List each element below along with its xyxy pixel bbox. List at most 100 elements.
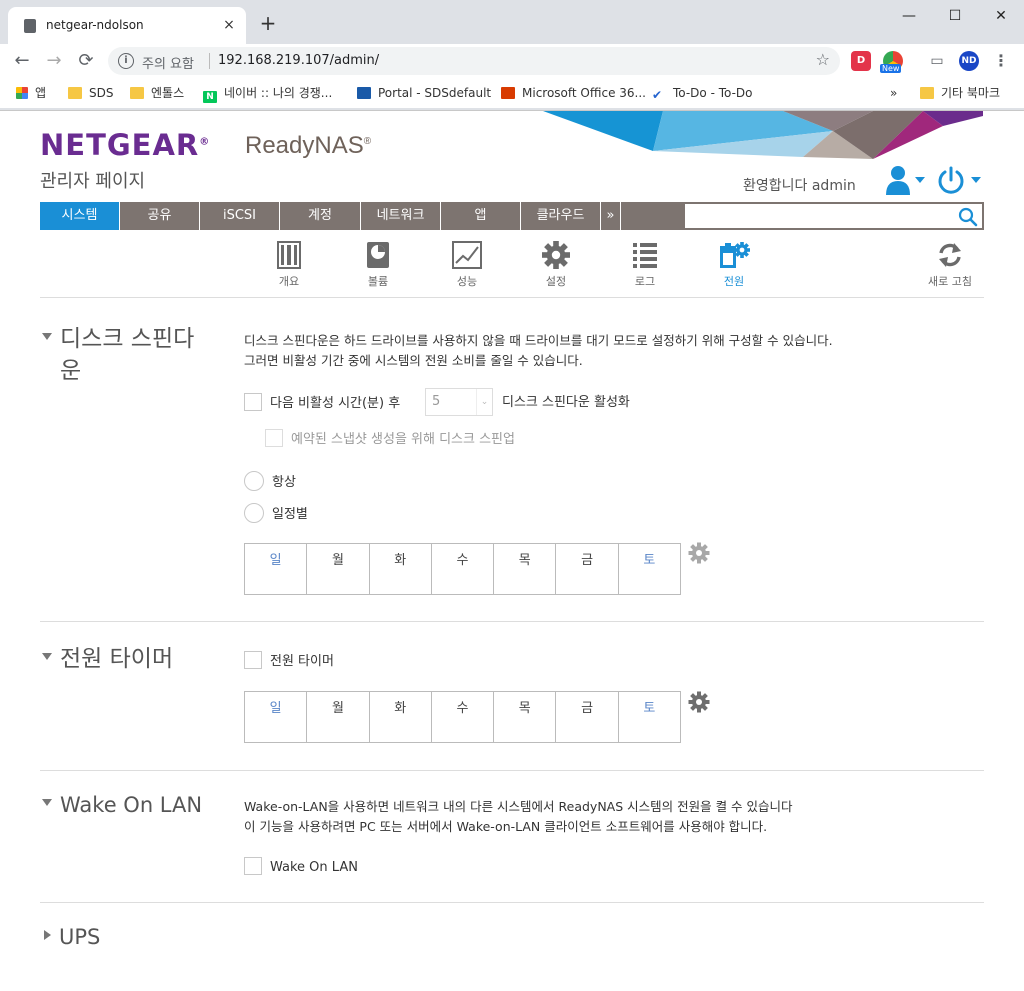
subnav-power[interactable]: 전원 bbox=[704, 241, 764, 289]
collapse-triangle-icon[interactable] bbox=[42, 333, 52, 340]
apps-grid-icon bbox=[16, 87, 28, 99]
maximize-button[interactable]: ☐ bbox=[932, 4, 978, 28]
day-sat[interactable]: 토 bbox=[619, 544, 680, 594]
section-power-timer-title[interactable]: 전원 타이머 bbox=[42, 643, 173, 675]
day-fri[interactable]: 금 bbox=[556, 544, 619, 594]
subnav-performance[interactable]: 성능 bbox=[437, 241, 497, 289]
day-thu[interactable]: 목 bbox=[494, 692, 557, 742]
tab-close-icon[interactable]: × bbox=[220, 16, 238, 34]
day-thu[interactable]: 목 bbox=[494, 544, 557, 594]
tab-system[interactable]: 시스템 bbox=[40, 202, 120, 230]
tab-accounts[interactable]: 계정 bbox=[280, 202, 361, 230]
security-warning[interactable]: 주의 요함 bbox=[142, 53, 194, 72]
spindown-schedule-grid[interactable]: 일 월 화 수 목 금 토 bbox=[244, 543, 681, 595]
snapshot-spinup-checkbox[interactable]: 예약된 스냅샷 생성을 위해 디스크 스핀업 bbox=[265, 429, 515, 449]
day-wed[interactable]: 수 bbox=[432, 544, 495, 594]
browser-toolbar: ← → ⟳ i 주의 요함 192.168.219.107/admin/ ☆ D… bbox=[0, 44, 1024, 78]
reload-button[interactable]: ⟳ bbox=[74, 49, 98, 73]
section-disk-spindown-title-wrap: 운 bbox=[60, 358, 82, 384]
bookmarks-bar: 앱 SDS 엔톨스 N 네이버 :: 나의 경쟁... Portal - SDSd… bbox=[0, 78, 1024, 108]
bookmark-sds[interactable]: SDS bbox=[68, 84, 113, 102]
day-sat[interactable]: 토 bbox=[619, 692, 680, 742]
power-timer-gear-icon[interactable] bbox=[688, 691, 710, 713]
window-close-button[interactable]: ✕ bbox=[978, 4, 1024, 28]
day-mon[interactable]: 월 bbox=[307, 544, 370, 594]
netgear-logo: NETGEAR® bbox=[40, 128, 211, 162]
profile-avatar[interactable]: ND bbox=[959, 51, 979, 71]
bookmark-todo[interactable]: ✔ To-Do - To-Do bbox=[652, 84, 753, 102]
search-input[interactable] bbox=[684, 203, 983, 229]
section-ups-title[interactable]: UPS bbox=[42, 921, 100, 953]
new-tab-button[interactable]: + bbox=[256, 12, 280, 36]
radio-button[interactable] bbox=[244, 503, 264, 523]
checkbox[interactable] bbox=[265, 429, 283, 447]
browser-tab[interactable]: netgear-ndolson × bbox=[8, 7, 246, 44]
forward-button[interactable]: → bbox=[42, 49, 66, 73]
collapse-triangle-icon[interactable] bbox=[42, 653, 52, 660]
extension-d-icon[interactable]: D bbox=[851, 51, 871, 71]
bookmark-star-icon[interactable]: ☆ bbox=[816, 50, 830, 69]
section-wol-title[interactable]: Wake On LAN bbox=[42, 789, 202, 821]
cast-icon[interactable]: ▭ bbox=[927, 51, 947, 71]
portal-icon bbox=[357, 87, 371, 99]
power-chevron-down-icon[interactable] bbox=[971, 177, 981, 183]
day-wed[interactable]: 수 bbox=[432, 692, 495, 742]
subnav-overview[interactable]: 개요 bbox=[259, 241, 319, 289]
tab-shares[interactable]: 공유 bbox=[120, 202, 200, 230]
browser-menu-icon[interactable]: ⋮ bbox=[991, 51, 1011, 71]
bookmark-other[interactable]: 기타 북마크 bbox=[920, 84, 1000, 102]
day-mon[interactable]: 월 bbox=[307, 692, 370, 742]
product-name: ReadyNAS® bbox=[245, 132, 372, 159]
wol-checkbox[interactable]: Wake On LAN bbox=[244, 857, 358, 877]
header-decoration bbox=[543, 111, 983, 159]
tab-iscsi[interactable]: iSCSI bbox=[200, 202, 280, 230]
url-text[interactable]: 192.168.219.107/admin/ bbox=[218, 53, 379, 68]
bookmark-entolseu[interactable]: 엔톨스 bbox=[130, 84, 184, 102]
subnav-logs[interactable]: 로그 bbox=[615, 241, 675, 289]
collapse-triangle-icon[interactable] bbox=[42, 799, 52, 806]
user-chevron-down-icon[interactable] bbox=[915, 177, 925, 183]
radio-always[interactable]: 항상 bbox=[244, 471, 296, 491]
day-tue[interactable]: 화 bbox=[370, 692, 432, 742]
divider bbox=[40, 902, 984, 903]
power-settings-icon bbox=[720, 242, 750, 268]
schedule-gear-icon[interactable] bbox=[688, 542, 710, 564]
info-icon[interactable]: i bbox=[118, 53, 134, 69]
radio-button[interactable] bbox=[244, 471, 264, 491]
bookmark-office[interactable]: Microsoft Office 36... bbox=[501, 84, 646, 102]
day-sun[interactable]: 일 bbox=[245, 692, 308, 742]
tab-apps[interactable]: 앱 bbox=[441, 202, 521, 230]
tab-network[interactable]: 네트워크 bbox=[361, 202, 441, 230]
back-button[interactable]: ← bbox=[10, 49, 34, 73]
checkbox[interactable] bbox=[244, 651, 262, 669]
expand-triangle-icon[interactable] bbox=[44, 930, 51, 940]
checkbox[interactable] bbox=[244, 857, 262, 875]
tab-strip: netgear-ndolson × + — ☐ ✕ bbox=[0, 0, 1024, 44]
divider bbox=[40, 770, 984, 771]
user-icon[interactable] bbox=[884, 165, 912, 195]
day-tue[interactable]: 화 bbox=[370, 544, 432, 594]
office-icon bbox=[501, 87, 515, 99]
bookmarks-more[interactable]: » bbox=[890, 84, 897, 102]
minimize-button[interactable]: — bbox=[886, 4, 932, 28]
bookmark-portal[interactable]: Portal - SDSdefault bbox=[357, 84, 491, 102]
nav-more-button[interactable]: » bbox=[601, 202, 621, 230]
spindown-idle-checkbox[interactable]: 다음 비활성 시간(분) 후 bbox=[244, 393, 400, 413]
subnav-settings[interactable]: 설정 bbox=[526, 241, 586, 289]
day-fri[interactable]: 금 bbox=[556, 692, 619, 742]
address-bar[interactable]: i 주의 요함 192.168.219.107/admin/ ☆ bbox=[108, 47, 840, 75]
checkbox[interactable] bbox=[244, 393, 262, 411]
power-timer-checkbox[interactable]: 전원 타이머 bbox=[244, 651, 334, 671]
idle-minutes-select[interactable]: 5 ⌄ bbox=[425, 388, 493, 416]
power-timer-schedule-grid[interactable]: 일 월 화 수 목 금 토 bbox=[244, 691, 681, 743]
subnav-volumes[interactable]: 볼륨 bbox=[348, 241, 408, 289]
bookmark-apps[interactable]: 앱 bbox=[16, 84, 46, 102]
section-disk-spindown-title[interactable]: 디스크 스핀다 bbox=[42, 323, 194, 355]
search-icon[interactable] bbox=[958, 207, 978, 227]
bookmark-naver[interactable]: N 네이버 :: 나의 경쟁... bbox=[203, 84, 332, 103]
radio-schedule[interactable]: 일정별 bbox=[244, 503, 308, 523]
refresh-button[interactable]: 새로 고침 bbox=[920, 241, 980, 289]
power-icon[interactable] bbox=[936, 165, 966, 195]
day-sun[interactable]: 일 bbox=[245, 544, 308, 594]
tab-cloud[interactable]: 클라우드 bbox=[521, 202, 601, 230]
